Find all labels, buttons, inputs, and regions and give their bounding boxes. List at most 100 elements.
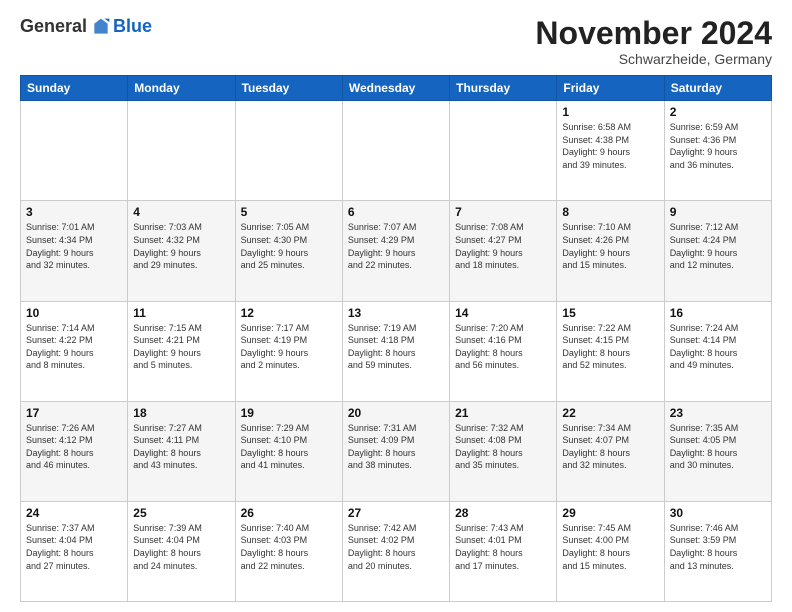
table-row <box>235 101 342 201</box>
day-number: 12 <box>241 306 337 320</box>
table-row: 12 Sunrise: 7:17 AM Sunset: 4:19 PM Dayli… <box>235 301 342 401</box>
logo: General Blue <box>20 16 152 37</box>
calendar-header-row: Sunday Monday Tuesday Wednesday Thursday… <box>21 76 772 101</box>
day-info: Sunrise: 7:45 AM Sunset: 4:00 PM Dayligh… <box>562 522 658 572</box>
day-info: Sunrise: 7:31 AM Sunset: 4:09 PM Dayligh… <box>348 422 444 472</box>
day-number: 19 <box>241 406 337 420</box>
day-info: Sunrise: 7:27 AM Sunset: 4:11 PM Dayligh… <box>133 422 229 472</box>
table-row: 11 Sunrise: 7:15 AM Sunset: 4:21 PM Dayli… <box>128 301 235 401</box>
calendar-week-0: 1 Sunrise: 6:58 AM Sunset: 4:38 PM Daylig… <box>21 101 772 201</box>
day-info: Sunrise: 7:43 AM Sunset: 4:01 PM Dayligh… <box>455 522 551 572</box>
day-number: 26 <box>241 506 337 520</box>
col-sunday: Sunday <box>21 76 128 101</box>
table-row: 20Sunrise: 7:31 AM Sunset: 4:09 PM Dayli… <box>342 401 449 501</box>
subtitle: Schwarzheide, Germany <box>535 51 772 67</box>
table-row: 23Sunrise: 7:35 AM Sunset: 4:05 PM Dayli… <box>664 401 771 501</box>
day-info: Sunrise: 7:10 AM Sunset: 4:26 PM Dayligh… <box>562 221 658 271</box>
day-number: 27 <box>348 506 444 520</box>
page: General Blue November 2024 Schwarzheide,… <box>0 0 792 612</box>
day-info: Sunrise: 7:17 AM Sunset: 4:19 PM Dayligh… <box>241 322 337 372</box>
header: General Blue November 2024 Schwarzheide,… <box>20 16 772 67</box>
table-row <box>342 101 449 201</box>
col-monday: Monday <box>128 76 235 101</box>
day-info: Sunrise: 7:29 AM Sunset: 4:10 PM Dayligh… <box>241 422 337 472</box>
table-row: 19 Sunrise: 7:29 AM Sunset: 4:10 PM Dayli… <box>235 401 342 501</box>
table-row: 2Sunrise: 6:59 AM Sunset: 4:36 PM Daylig… <box>664 101 771 201</box>
table-row: 26 Sunrise: 7:40 AM Sunset: 4:03 PM Dayli… <box>235 501 342 601</box>
day-info: Sunrise: 7:40 AM Sunset: 4:03 PM Dayligh… <box>241 522 337 572</box>
table-row: 15 Sunrise: 7:22 AM Sunset: 4:15 PM Dayli… <box>557 301 664 401</box>
day-number: 3 <box>26 205 122 219</box>
day-info: Sunrise: 7:07 AM Sunset: 4:29 PM Dayligh… <box>348 221 444 271</box>
day-info: Sunrise: 7:37 AM Sunset: 4:04 PM Dayligh… <box>26 522 122 572</box>
day-info: Sunrise: 7:05 AM Sunset: 4:30 PM Dayligh… <box>241 221 337 271</box>
table-row <box>128 101 235 201</box>
day-number: 21 <box>455 406 551 420</box>
day-info: Sunrise: 7:19 AM Sunset: 4:18 PM Dayligh… <box>348 322 444 372</box>
title-area: November 2024 Schwarzheide, Germany <box>535 16 772 67</box>
day-info: Sunrise: 7:24 AM Sunset: 4:14 PM Dayligh… <box>670 322 766 372</box>
table-row: 6 Sunrise: 7:07 AM Sunset: 4:29 PM Daylig… <box>342 201 449 301</box>
table-row: 30 Sunrise: 7:46 AM Sunset: 3:59 PM Dayli… <box>664 501 771 601</box>
day-number: 4 <box>133 205 229 219</box>
day-number: 1 <box>562 105 658 119</box>
table-row: 3Sunrise: 7:01 AM Sunset: 4:34 PM Daylig… <box>21 201 128 301</box>
table-row: 21 Sunrise: 7:32 AM Sunset: 4:08 PM Dayli… <box>450 401 557 501</box>
day-number: 9 <box>670 205 766 219</box>
day-info: Sunrise: 7:03 AM Sunset: 4:32 PM Dayligh… <box>133 221 229 271</box>
table-row: 10 Sunrise: 7:14 AM Sunset: 4:22 PM Dayli… <box>21 301 128 401</box>
col-friday: Friday <box>557 76 664 101</box>
day-info: Sunrise: 7:08 AM Sunset: 4:27 PM Dayligh… <box>455 221 551 271</box>
table-row: 16 Sunrise: 7:24 AM Sunset: 4:14 PM Dayli… <box>664 301 771 401</box>
day-number: 5 <box>241 205 337 219</box>
table-row: 27Sunrise: 7:42 AM Sunset: 4:02 PM Dayli… <box>342 501 449 601</box>
day-number: 15 <box>562 306 658 320</box>
calendar: Sunday Monday Tuesday Wednesday Thursday… <box>20 75 772 602</box>
table-row: 14Sunrise: 7:20 AM Sunset: 4:16 PM Dayli… <box>450 301 557 401</box>
day-number: 13 <box>348 306 444 320</box>
day-info: Sunrise: 6:59 AM Sunset: 4:36 PM Dayligh… <box>670 121 766 171</box>
month-title: November 2024 <box>535 16 772 51</box>
calendar-week-1: 3Sunrise: 7:01 AM Sunset: 4:34 PM Daylig… <box>21 201 772 301</box>
table-row: 17Sunrise: 7:26 AM Sunset: 4:12 PM Dayli… <box>21 401 128 501</box>
day-number: 10 <box>26 306 122 320</box>
day-number: 30 <box>670 506 766 520</box>
table-row: 28 Sunrise: 7:43 AM Sunset: 4:01 PM Dayli… <box>450 501 557 601</box>
calendar-week-2: 10 Sunrise: 7:14 AM Sunset: 4:22 PM Dayli… <box>21 301 772 401</box>
table-row: 1 Sunrise: 6:58 AM Sunset: 4:38 PM Daylig… <box>557 101 664 201</box>
col-wednesday: Wednesday <box>342 76 449 101</box>
day-number: 6 <box>348 205 444 219</box>
day-number: 24 <box>26 506 122 520</box>
day-number: 14 <box>455 306 551 320</box>
day-info: Sunrise: 7:22 AM Sunset: 4:15 PM Dayligh… <box>562 322 658 372</box>
day-info: Sunrise: 7:32 AM Sunset: 4:08 PM Dayligh… <box>455 422 551 472</box>
day-number: 29 <box>562 506 658 520</box>
day-number: 16 <box>670 306 766 320</box>
day-info: Sunrise: 7:12 AM Sunset: 4:24 PM Dayligh… <box>670 221 766 271</box>
table-row: 25Sunrise: 7:39 AM Sunset: 4:04 PM Dayli… <box>128 501 235 601</box>
table-row: 18 Sunrise: 7:27 AM Sunset: 4:11 PM Dayli… <box>128 401 235 501</box>
logo-blue: Blue <box>113 16 152 37</box>
day-number: 22 <box>562 406 658 420</box>
table-row: 22Sunrise: 7:34 AM Sunset: 4:07 PM Dayli… <box>557 401 664 501</box>
day-info: Sunrise: 7:39 AM Sunset: 4:04 PM Dayligh… <box>133 522 229 572</box>
col-thursday: Thursday <box>450 76 557 101</box>
table-row: 7Sunrise: 7:08 AM Sunset: 4:27 PM Daylig… <box>450 201 557 301</box>
day-info: Sunrise: 7:15 AM Sunset: 4:21 PM Dayligh… <box>133 322 229 372</box>
table-row: 4 Sunrise: 7:03 AM Sunset: 4:32 PM Daylig… <box>128 201 235 301</box>
day-number: 28 <box>455 506 551 520</box>
day-number: 18 <box>133 406 229 420</box>
day-info: Sunrise: 7:14 AM Sunset: 4:22 PM Dayligh… <box>26 322 122 372</box>
logo-general: General <box>20 16 87 37</box>
table-row: 29 Sunrise: 7:45 AM Sunset: 4:00 PM Dayli… <box>557 501 664 601</box>
day-number: 11 <box>133 306 229 320</box>
day-info: Sunrise: 6:58 AM Sunset: 4:38 PM Dayligh… <box>562 121 658 171</box>
table-row: 8Sunrise: 7:10 AM Sunset: 4:26 PM Daylig… <box>557 201 664 301</box>
table-row: 5 Sunrise: 7:05 AM Sunset: 4:30 PM Daylig… <box>235 201 342 301</box>
logo-icon <box>91 17 111 37</box>
col-tuesday: Tuesday <box>235 76 342 101</box>
col-saturday: Saturday <box>664 76 771 101</box>
day-info: Sunrise: 7:46 AM Sunset: 3:59 PM Dayligh… <box>670 522 766 572</box>
table-row <box>450 101 557 201</box>
table-row: 9 Sunrise: 7:12 AM Sunset: 4:24 PM Daylig… <box>664 201 771 301</box>
